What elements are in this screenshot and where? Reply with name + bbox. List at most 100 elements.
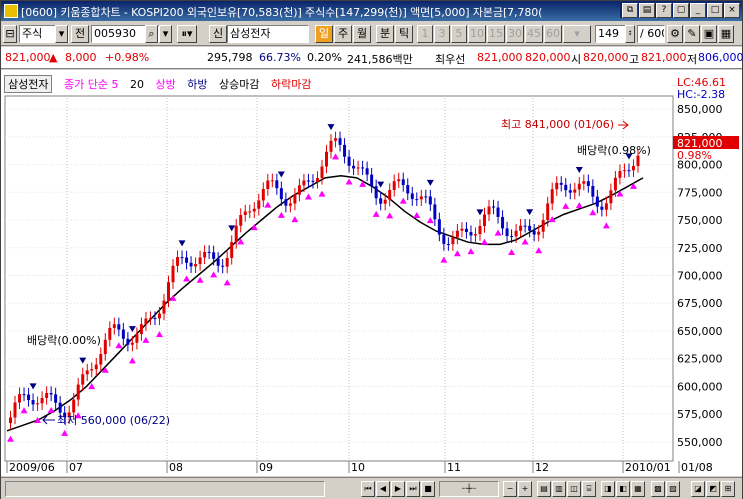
minimize-icon[interactable]: _ xyxy=(690,3,706,18)
candle-body xyxy=(167,282,170,301)
tool-j-icon[interactable]: ◪ xyxy=(691,481,705,497)
count-spin-icon[interactable]: ↕ xyxy=(625,25,635,43)
x-tick-label: 07 xyxy=(69,461,83,474)
pause-icon[interactable]: ⏸▾ xyxy=(177,25,197,43)
help-icon[interactable]: ? xyxy=(656,3,672,18)
candle-body xyxy=(126,338,130,345)
tool-e-icon[interactable]: ◨ xyxy=(601,481,615,497)
weekly-button[interactable]: 주 xyxy=(334,25,352,43)
candle-body xyxy=(130,342,134,345)
settings-icon[interactable]: ⚙ xyxy=(667,25,683,43)
first-icon[interactable]: ⏮ xyxy=(361,481,375,497)
save-icon[interactable]: ▣ xyxy=(701,25,717,43)
tool-f-icon[interactable]: ◧ xyxy=(616,481,630,497)
print-icon[interactable]: ▤ xyxy=(639,3,655,18)
period-60[interactable]: 60 xyxy=(544,25,562,43)
candle-body xyxy=(85,370,89,375)
tool-d-icon[interactable]: ⌸ xyxy=(582,481,596,497)
candle-body xyxy=(185,257,189,263)
search-icon[interactable]: ⌕ xyxy=(145,25,158,43)
candle-body xyxy=(460,228,464,231)
open-label: 시 xyxy=(571,53,582,66)
candle-body xyxy=(81,374,85,385)
candle-body xyxy=(239,214,243,226)
legend-ma2: 20 xyxy=(129,78,144,91)
candle-body xyxy=(234,225,238,243)
tool-h-icon[interactable]: ▩ xyxy=(651,481,665,497)
y-tick-label: 775,000 xyxy=(677,186,723,199)
signal-down-marker xyxy=(426,179,434,186)
prev-button[interactable]: 전 xyxy=(71,25,89,43)
tick-button[interactable]: 틱 xyxy=(395,25,413,43)
tool-c-icon[interactable]: ◫ xyxy=(567,481,581,497)
zoom-slider[interactable]: ┈┼┈ xyxy=(439,481,499,497)
plot-frame xyxy=(4,95,674,462)
period-15[interactable]: 15 xyxy=(487,25,505,43)
horizontal-scrollbar[interactable] xyxy=(5,481,325,497)
candle-body xyxy=(243,211,247,215)
period-5[interactable]: 5 xyxy=(451,25,467,43)
candle-body xyxy=(473,234,477,236)
tool-icon[interactable]: ✎ xyxy=(684,25,700,43)
tool-k-icon[interactable]: ◩ xyxy=(706,481,720,497)
chart-area[interactable]: 850,000825,000800,000775,000750,000725,0… xyxy=(1,70,742,476)
candle-body xyxy=(442,234,446,245)
legend-stock-name[interactable]: 삼성전자 xyxy=(4,75,53,93)
zoom-out-icon[interactable]: − xyxy=(503,481,517,497)
market-dropdown-icon[interactable]: ▾ xyxy=(55,25,68,43)
period-3[interactable]: 3 xyxy=(434,25,450,43)
period-10[interactable]: 10 xyxy=(468,25,486,43)
monthly-button[interactable]: 월 xyxy=(353,25,371,43)
hc-label: HC:-2.38 xyxy=(677,88,725,101)
chart-window: [0600] 키움종합차트 - KOSPI200 외국인보유[70,583(천)… xyxy=(0,0,743,499)
count-input[interactable]: 149 xyxy=(595,25,627,43)
next-icon[interactable]: ▶ xyxy=(391,481,405,497)
signal-up-marker xyxy=(372,210,380,217)
pin-icon[interactable]: ⊟ xyxy=(3,25,17,43)
candle-body xyxy=(148,318,152,320)
stop-icon[interactable]: ■ xyxy=(421,481,435,497)
zoom-in-icon[interactable]: + xyxy=(518,481,532,497)
link-icon[interactable]: ⧉ xyxy=(622,3,638,18)
period-45[interactable]: 45 xyxy=(525,25,543,43)
minute-button[interactable]: 분 xyxy=(376,25,394,43)
signal-up-marker xyxy=(413,211,421,218)
candle-body xyxy=(627,170,631,172)
period-dropdown-icon[interactable]: ▾ xyxy=(563,25,591,43)
toggle-icon[interactable]: ▢ xyxy=(673,3,689,18)
period-1[interactable]: 1 xyxy=(417,25,433,43)
tool-b-icon[interactable]: ▥ xyxy=(552,481,566,497)
candle-body xyxy=(49,392,53,395)
candle-body xyxy=(207,251,211,253)
candle-body xyxy=(108,327,112,340)
signal-up-marker xyxy=(508,249,516,256)
candle-body xyxy=(600,206,604,210)
close-icon[interactable]: × xyxy=(724,3,740,18)
price-chart[interactable]: 850,000825,000800,000775,000750,000725,0… xyxy=(1,70,742,476)
candle-body xyxy=(194,264,198,267)
maximize-icon[interactable]: □ xyxy=(707,3,723,18)
candle-body xyxy=(528,225,532,231)
candle-body xyxy=(487,206,491,215)
signal-up-marker xyxy=(453,250,461,257)
tool-i-icon[interactable]: ▨ xyxy=(666,481,680,497)
candle-body xyxy=(469,232,473,236)
candle-body xyxy=(392,181,396,190)
low-price: 806,000 xyxy=(698,51,743,64)
best-quote-label: 최우선 xyxy=(435,53,466,66)
code-dropdown-icon[interactable]: ▾ xyxy=(159,25,172,43)
bid-price: 820,000 xyxy=(525,51,571,64)
period-30[interactable]: 30 xyxy=(506,25,524,43)
options-icon[interactable]: ▦ xyxy=(718,25,734,43)
tool-a-icon[interactable]: ▤ xyxy=(537,481,551,497)
y-tick-label: 850,000 xyxy=(677,103,723,116)
x-tick-label: 11 xyxy=(447,461,461,474)
daily-button[interactable]: 일 xyxy=(315,25,333,43)
prev-icon[interactable]: ◀ xyxy=(376,481,390,497)
signal-up-marker xyxy=(467,248,475,255)
current-pct-tag: 0.98% xyxy=(677,149,712,162)
credit-button[interactable]: 신 xyxy=(209,25,227,43)
tool-g-icon[interactable]: ▦ xyxy=(631,481,645,497)
tool-l-icon[interactable]: ⊞ xyxy=(721,481,735,497)
last-icon[interactable]: ⏭ xyxy=(406,481,420,497)
